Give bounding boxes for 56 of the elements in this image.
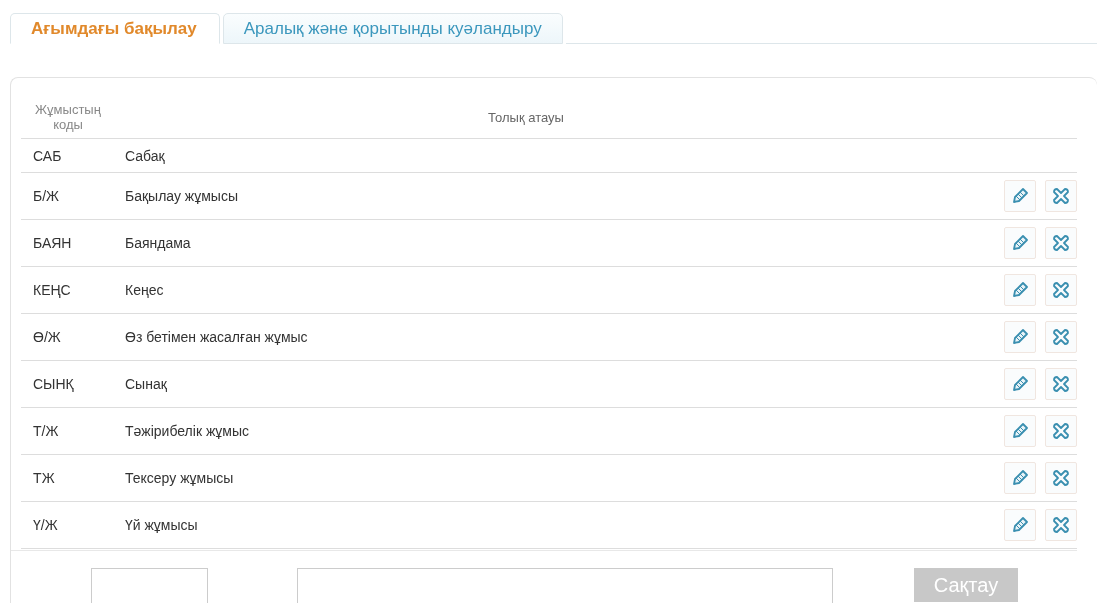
pencil-icon xyxy=(1010,515,1030,535)
table-cell-text: Сабақ xyxy=(125,147,166,164)
edit-button[interactable] xyxy=(1004,180,1036,212)
edit-button[interactable] xyxy=(1004,509,1036,541)
delete-button[interactable] xyxy=(1045,180,1077,212)
table-cell-text: ТЖ xyxy=(32,470,56,486)
table-cell-text: Кеңес xyxy=(125,282,165,298)
close-icon xyxy=(1051,280,1071,300)
delete-button[interactable] xyxy=(1045,509,1077,541)
table-cell-text: Тексеру жұмысы xyxy=(125,470,235,486)
table-cell-text: СЫНҚ xyxy=(32,376,75,392)
pencil-icon xyxy=(1010,186,1030,206)
table-cell-text: Үй жұмысы xyxy=(125,517,199,533)
pencil-icon xyxy=(1010,233,1030,253)
delete-button[interactable] xyxy=(1045,227,1077,259)
delete-button[interactable] xyxy=(1045,462,1077,494)
column-header: Толық атауы xyxy=(487,109,565,125)
pencil-icon xyxy=(1010,280,1030,300)
table-cell-text: Баяндама xyxy=(125,235,192,251)
close-icon xyxy=(1051,515,1071,535)
table-cell-text: Сынақ xyxy=(125,376,168,392)
table-cell-text: Ү/Ж xyxy=(32,517,59,533)
table-cell-text: САБ xyxy=(32,147,63,164)
delete-button[interactable] xyxy=(1045,274,1077,306)
table-cell-text: Б/Ж xyxy=(32,188,60,204)
tab[interactable]: Аралық және қорытынды куәландыру xyxy=(222,13,563,44)
pencil-icon xyxy=(1010,421,1030,441)
close-icon xyxy=(1051,327,1071,347)
delete-button[interactable] xyxy=(1045,415,1077,447)
pencil-icon xyxy=(1010,327,1030,347)
delete-button[interactable] xyxy=(1045,321,1077,353)
edit-button[interactable] xyxy=(1004,274,1036,306)
edit-button[interactable] xyxy=(1004,321,1036,353)
close-icon xyxy=(1051,186,1071,206)
code-input[interactable] xyxy=(91,568,208,603)
tab[interactable]: Ағымдағы бақылау xyxy=(10,13,220,44)
close-icon xyxy=(1051,421,1071,441)
edit-button[interactable] xyxy=(1004,368,1036,400)
table-cell-text: Т/Ж xyxy=(32,423,60,439)
table-cell-text: Өз бетімен жасалған жұмыс xyxy=(125,329,309,345)
edit-button[interactable] xyxy=(1004,227,1036,259)
close-icon xyxy=(1051,468,1071,488)
table-cell-text: БАЯН xyxy=(32,235,73,251)
table-cell-text: Бақылау жұмысы xyxy=(125,188,239,204)
table-cell-text: КЕҢС xyxy=(32,282,72,298)
delete-button[interactable] xyxy=(1045,368,1077,400)
edit-button[interactable] xyxy=(1004,462,1036,494)
close-icon xyxy=(1051,233,1071,253)
edit-button[interactable] xyxy=(1004,415,1036,447)
pencil-icon xyxy=(1010,374,1030,394)
pencil-icon xyxy=(1010,468,1030,488)
name-input[interactable] xyxy=(297,568,833,603)
column-header: Жұмыстың коды xyxy=(34,102,102,132)
table-cell-text: Ө/Ж xyxy=(32,329,62,345)
close-icon xyxy=(1051,374,1071,394)
table-cell-text: Тәжірибелік жұмыс xyxy=(125,423,250,439)
